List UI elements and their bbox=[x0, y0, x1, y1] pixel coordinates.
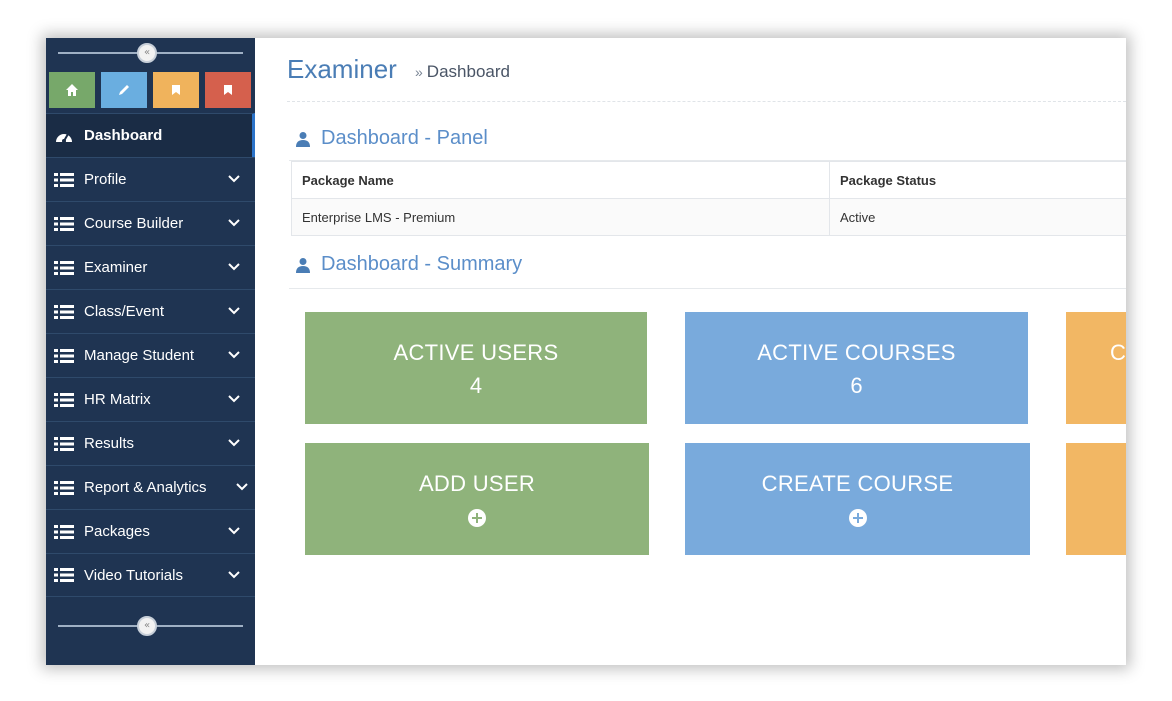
sidebar-item-dashboard[interactable]: Dashboard bbox=[46, 113, 255, 157]
list-icon bbox=[54, 260, 84, 276]
sidebar-item-packages[interactable]: Packages bbox=[46, 509, 255, 553]
panel-title: Dashboard - Panel bbox=[321, 127, 488, 149]
partial-orange-tile-2[interactable] bbox=[1066, 443, 1126, 555]
tile-label: C bbox=[1110, 340, 1126, 365]
summary-heading: Dashboard - Summary bbox=[295, 253, 522, 276]
active-courses-tile[interactable]: ACTIVE COURSES 6 bbox=[685, 312, 1028, 424]
tile-label: CREATE COURSE bbox=[761, 471, 954, 496]
active-users-tile[interactable]: ACTIVE USERS 4 bbox=[305, 312, 647, 424]
list-icon bbox=[54, 172, 84, 188]
chevron-down-icon[interactable] bbox=[227, 303, 241, 317]
quick-edit-button[interactable] bbox=[101, 72, 147, 108]
pencil-icon bbox=[119, 85, 129, 95]
header-divider bbox=[287, 101, 1126, 102]
tile-label: ADD USER bbox=[418, 471, 536, 496]
chevron-down-icon[interactable] bbox=[227, 171, 241, 185]
sidebar-item-video-tutorials[interactable]: Video Tutorials bbox=[46, 553, 255, 597]
breadcrumb-separator: » bbox=[415, 64, 423, 80]
package-name-cell: Enterprise LMS - Premium bbox=[291, 198, 830, 236]
bookmark-icon bbox=[172, 85, 180, 95]
package-status-cell: Active bbox=[829, 198, 1126, 236]
sidebar-item-label: Dashboard bbox=[84, 127, 163, 144]
chevron-down-icon[interactable] bbox=[227, 435, 241, 449]
list-icon bbox=[54, 480, 84, 496]
quick-bookmark-button[interactable] bbox=[153, 72, 199, 108]
list-icon bbox=[54, 436, 84, 452]
tile-label: ACTIVE USERS bbox=[393, 340, 559, 365]
slider-knob-icon[interactable]: « bbox=[137, 616, 157, 636]
tile-value: 4 bbox=[469, 373, 483, 398]
sidebar: « Dashboard Profile Course Builder Exami… bbox=[46, 38, 255, 665]
home-icon bbox=[66, 84, 78, 96]
sidebar-item-class-event[interactable]: Class/Event bbox=[46, 289, 255, 333]
partial-orange-tile[interactable]: C bbox=[1066, 312, 1126, 424]
quick-home-button[interactable] bbox=[49, 72, 95, 108]
quick-bookmark-alt-button[interactable] bbox=[205, 72, 251, 108]
quick-actions bbox=[49, 72, 253, 108]
sidebar-item-label: Report & Analytics bbox=[84, 479, 207, 496]
bookmark-icon bbox=[224, 85, 232, 95]
chevron-down-icon[interactable] bbox=[227, 215, 241, 229]
chevron-down-icon[interactable] bbox=[227, 523, 241, 537]
table-row: Enterprise LMS - Premium Active bbox=[291, 198, 1126, 236]
panel-heading: Dashboard - Panel bbox=[295, 127, 488, 150]
dashboard-icon bbox=[54, 128, 84, 144]
package-table: Package Name Package Status Enterprise L… bbox=[291, 161, 1126, 236]
list-icon bbox=[54, 304, 84, 320]
app-window: « Dashboard Profile Course Builder Exami… bbox=[46, 38, 1126, 665]
user-icon bbox=[296, 257, 310, 273]
breadcrumb-current[interactable]: Dashboard bbox=[427, 62, 510, 81]
plus-circle-icon bbox=[468, 509, 486, 527]
list-icon bbox=[54, 216, 84, 232]
tile-value: 6 bbox=[850, 373, 863, 398]
sidebar-top-slider[interactable]: « bbox=[46, 40, 255, 66]
column-header-package-status: Package Status bbox=[829, 161, 1126, 199]
column-header-package-name: Package Name bbox=[291, 161, 830, 199]
sidebar-item-report-analytics[interactable]: Report & Analytics bbox=[46, 465, 255, 509]
chevron-down-icon[interactable] bbox=[235, 479, 249, 493]
sidebar-item-course-builder[interactable]: Course Builder bbox=[46, 201, 255, 245]
sidebar-bottom-slider[interactable]: « bbox=[46, 613, 255, 639]
list-icon bbox=[54, 524, 84, 540]
slider-knob-icon[interactable]: « bbox=[137, 43, 157, 63]
chevron-down-icon[interactable] bbox=[227, 259, 241, 273]
main-content: Examiner » Dashboard Dashboard - Panel Pa… bbox=[255, 38, 1126, 665]
sidebar-item-profile[interactable]: Profile bbox=[46, 157, 255, 201]
list-icon bbox=[54, 348, 84, 364]
sidebar-item-hr-matrix[interactable]: HR Matrix bbox=[46, 377, 255, 421]
chevron-down-icon[interactable] bbox=[227, 391, 241, 405]
summary-title: Dashboard - Summary bbox=[321, 253, 523, 275]
sidebar-item-examiner[interactable]: Examiner bbox=[46, 245, 255, 289]
list-icon bbox=[54, 392, 84, 408]
table-header-row: Package Name Package Status bbox=[291, 161, 1126, 199]
chevron-down-icon[interactable] bbox=[227, 567, 241, 581]
page-title: Examiner bbox=[287, 54, 397, 84]
sidebar-nav: Dashboard Profile Course Builder Examine… bbox=[46, 113, 255, 597]
user-icon bbox=[296, 131, 310, 147]
plus-circle-icon bbox=[848, 509, 867, 527]
sidebar-item-results[interactable]: Results bbox=[46, 421, 255, 465]
summary-divider bbox=[289, 288, 1126, 289]
add-user-tile[interactable]: ADD USER bbox=[305, 443, 649, 555]
tile-label: ACTIVE COURSES bbox=[757, 340, 956, 365]
chevron-down-icon[interactable] bbox=[227, 347, 241, 361]
breadcrumb: » Dashboard bbox=[415, 62, 510, 82]
create-course-tile[interactable]: CREATE COURSE bbox=[685, 443, 1030, 555]
list-icon bbox=[54, 567, 84, 583]
sidebar-item-manage-student[interactable]: Manage Student bbox=[46, 333, 255, 377]
